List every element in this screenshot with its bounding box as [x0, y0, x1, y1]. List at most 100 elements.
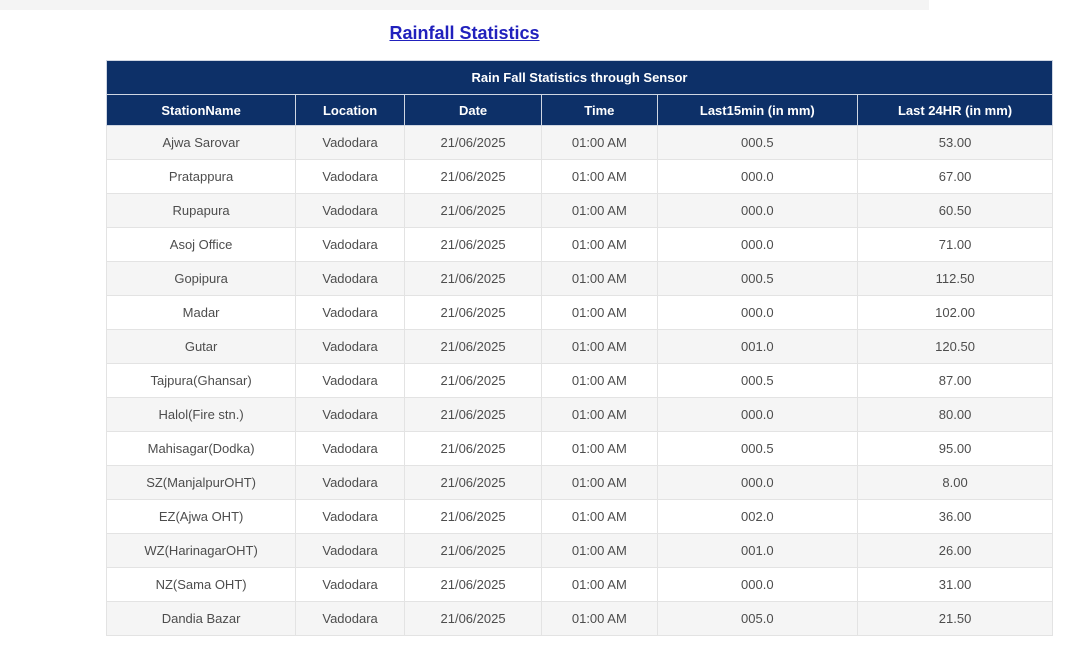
table-row: Dandia Bazar Vadodara 21/06/2025 01:00 AM 00…	[105, 601, 1053, 636]
table-row: Gopipura Vadodara 21/06/2025 01:00 AM 000.5 1…	[105, 261, 1053, 296]
cell-last24hr: 80.00	[857, 397, 1053, 432]
cell-station: NZ(Sama OHT)	[105, 567, 297, 602]
cell-station: Halol(Fire stn.)	[105, 397, 297, 432]
table-header-row: StationName Location Date Time Last15min…	[105, 94, 1053, 126]
cell-last15min: 000.5	[656, 261, 859, 296]
cell-time: 01:00 AM	[541, 601, 658, 636]
cell-time: 01:00 AM	[541, 567, 658, 602]
cell-last15min: 000.0	[656, 227, 859, 262]
column-header-last24hr: Last 24HR (in mm)	[857, 94, 1053, 126]
table-caption-row: Rain Fall Statistics through Sensor	[106, 60, 1053, 95]
cell-last15min: 000.5	[656, 125, 859, 160]
cell-last15min: 005.0	[656, 601, 859, 636]
cell-station: Tajpura(Ghansar)	[105, 363, 297, 398]
cell-date: 21/06/2025	[403, 261, 543, 296]
rainfall-table-container: Rain Fall Statistics through Sensor Stat…	[105, 60, 1053, 636]
cell-location: Vadodara	[295, 159, 405, 194]
cell-date: 21/06/2025	[403, 329, 543, 364]
cell-time: 01:00 AM	[541, 397, 658, 432]
table-row: EZ(Ajwa OHT) Vadodara 21/06/2025 01:00 AM 00…	[105, 499, 1053, 534]
cell-date: 21/06/2025	[403, 397, 543, 432]
cell-last24hr: 102.00	[857, 295, 1053, 330]
column-header-location: Location	[295, 94, 405, 126]
cell-time: 01:00 AM	[541, 159, 658, 194]
cell-date: 21/06/2025	[403, 431, 543, 466]
cell-station: Madar	[105, 295, 297, 330]
table-row: Halol(Fire stn.) Vadodara 21/06/2025 01:00 …	[105, 397, 1053, 432]
cell-time: 01:00 AM	[541, 431, 658, 466]
column-header-last15min: Last15min (in mm)	[656, 94, 859, 126]
cell-time: 01:00 AM	[541, 533, 658, 568]
cell-last24hr: 67.00	[857, 159, 1053, 194]
rainfall-statistics-link[interactable]: Rainfall Statistics	[389, 23, 539, 43]
cell-last15min: 000.5	[656, 363, 859, 398]
cell-last15min: 001.0	[656, 329, 859, 364]
cell-time: 01:00 AM	[541, 261, 658, 296]
cell-station: WZ(HarinagarOHT)	[105, 533, 297, 568]
cell-last15min: 001.0	[656, 533, 859, 568]
cell-last24hr: 71.00	[857, 227, 1053, 262]
cell-last15min: 000.0	[656, 567, 859, 602]
cell-station: Ajwa Sarovar	[105, 125, 297, 160]
table-caption: Rain Fall Statistics through Sensor	[106, 60, 1053, 95]
cell-location: Vadodara	[295, 397, 405, 432]
cell-location: Vadodara	[295, 295, 405, 330]
cell-location: Vadodara	[295, 499, 405, 534]
cell-station: EZ(Ajwa OHT)	[105, 499, 297, 534]
cell-date: 21/06/2025	[403, 159, 543, 194]
cell-time: 01:00 AM	[541, 193, 658, 228]
cell-date: 21/06/2025	[403, 363, 543, 398]
column-header-stationname: StationName	[105, 94, 297, 126]
column-header-time: Time	[541, 94, 658, 126]
cell-location: Vadodara	[295, 261, 405, 296]
cell-last24hr: 53.00	[857, 125, 1053, 160]
cell-date: 21/06/2025	[403, 499, 543, 534]
cell-last24hr: 26.00	[857, 533, 1053, 568]
cell-time: 01:00 AM	[541, 499, 658, 534]
cell-date: 21/06/2025	[403, 193, 543, 228]
cell-date: 21/06/2025	[403, 465, 543, 500]
cell-station: Asoj Office	[105, 227, 297, 262]
cell-last24hr: 112.50	[857, 261, 1053, 296]
cell-station: Rupapura	[105, 193, 297, 228]
cell-last15min: 002.0	[656, 499, 859, 534]
cell-location: Vadodara	[295, 533, 405, 568]
cell-time: 01:00 AM	[541, 295, 658, 330]
table-row: Madar Vadodara 21/06/2025 01:00 AM 000.0 102.…	[105, 295, 1053, 330]
cell-location: Vadodara	[295, 567, 405, 602]
cell-time: 01:00 AM	[541, 465, 658, 500]
cell-location: Vadodara	[295, 227, 405, 262]
table-row: Pratappura Vadodara 21/06/2025 01:00 AM 000.…	[105, 159, 1053, 194]
cell-time: 01:00 AM	[541, 363, 658, 398]
cell-last24hr: 95.00	[857, 431, 1053, 466]
cell-station: Gopipura	[105, 261, 297, 296]
rainfall-table: Rain Fall Statistics through Sensor Stat…	[105, 60, 1053, 636]
cell-last24hr: 60.50	[857, 193, 1053, 228]
cell-location: Vadodara	[295, 193, 405, 228]
cell-station: Mahisagar(Dodka)	[105, 431, 297, 466]
top-strip	[0, 0, 929, 10]
cell-date: 21/06/2025	[403, 567, 543, 602]
cell-date: 21/06/2025	[403, 533, 543, 568]
cell-last15min: 000.0	[656, 465, 859, 500]
page-title-container: Rainfall Statistics	[0, 23, 929, 44]
cell-last15min: 000.0	[656, 193, 859, 228]
cell-location: Vadodara	[295, 363, 405, 398]
column-header-date: Date	[403, 94, 543, 126]
cell-station: Pratappura	[105, 159, 297, 194]
cell-station: Dandia Bazar	[105, 601, 297, 636]
table-row: SZ(ManjalpurOHT) Vadodara 21/06/2025 01:00 …	[105, 465, 1053, 500]
table-row: Rupapura Vadodara 21/06/2025 01:00 AM 000.0 6…	[105, 193, 1053, 228]
cell-date: 21/06/2025	[403, 227, 543, 262]
table-body: Ajwa Sarovar Vadodara 21/06/2025 01:00 AM 00…	[105, 125, 1053, 636]
cell-last24hr: 8.00	[857, 465, 1053, 500]
table-row: Mahisagar(Dodka) Vadodara 21/06/2025 01:00 …	[105, 431, 1053, 466]
cell-location: Vadodara	[295, 329, 405, 364]
table-row: Asoj Office Vadodara 21/06/2025 01:00 AM 000…	[105, 227, 1053, 262]
cell-last24hr: 31.00	[857, 567, 1053, 602]
cell-last24hr: 87.00	[857, 363, 1053, 398]
cell-date: 21/06/2025	[403, 125, 543, 160]
cell-last15min: 000.0	[656, 397, 859, 432]
table-row: Ajwa Sarovar Vadodara 21/06/2025 01:00 AM 00…	[105, 125, 1053, 160]
table-row: WZ(HarinagarOHT) Vadodara 21/06/2025 01:00 …	[105, 533, 1053, 568]
